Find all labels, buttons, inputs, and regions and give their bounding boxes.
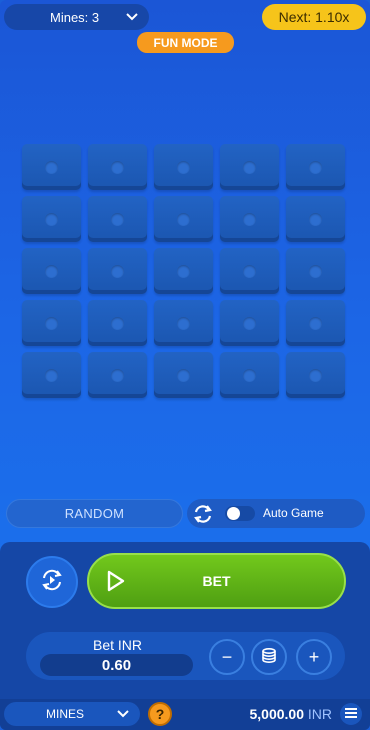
auto-play-button[interactable] — [26, 556, 78, 608]
mine-tile[interactable] — [88, 144, 147, 190]
mine-tile[interactable] — [88, 196, 147, 242]
decrease-bet-button[interactable]: − — [209, 639, 245, 675]
next-multiplier-label: Next: 1.10x — [278, 9, 350, 25]
tile-dot-icon — [177, 160, 190, 174]
tile-dot-icon — [111, 316, 124, 330]
mine-tile[interactable] — [154, 144, 213, 190]
random-button-label: RANDOM — [64, 506, 125, 521]
balance-currency: INR — [307, 706, 332, 722]
next-multiplier-badge: Next: 1.10x — [262, 4, 366, 30]
tile-dot-icon — [309, 212, 322, 226]
mine-tile[interactable] — [286, 300, 345, 346]
mines-count-select[interactable]: Mines: 3 — [4, 4, 149, 30]
minus-icon: − — [221, 646, 233, 667]
mines-grid — [22, 144, 345, 398]
tile-dot-icon — [111, 264, 124, 278]
mine-tile[interactable] — [220, 300, 279, 346]
tile-dot-icon — [45, 316, 58, 330]
mine-tile[interactable] — [22, 352, 81, 398]
mine-tile[interactable] — [220, 248, 279, 294]
tile-dot-icon — [45, 212, 58, 226]
tile-dot-icon — [177, 264, 190, 278]
bet-button[interactable]: BET — [87, 553, 346, 609]
play-icon — [101, 567, 129, 595]
tile-dot-icon — [309, 368, 322, 382]
bet-amount-value: 0.60 — [101, 656, 132, 674]
tile-dot-icon — [177, 316, 190, 330]
auto-game-row: Auto Game — [187, 499, 365, 528]
chevron-down-icon — [125, 8, 139, 29]
tile-dot-icon — [243, 368, 256, 382]
mines-game-app: Mines: 3 Next: 1.10x FUN MODE RANDOM Aut… — [0, 0, 370, 730]
game-select-label: MINES — [46, 707, 85, 721]
top-bar: Mines: 3 Next: 1.10x — [0, 0, 370, 34]
mine-tile[interactable] — [88, 248, 147, 294]
mine-tile[interactable] — [220, 352, 279, 398]
tile-dot-icon — [111, 368, 124, 382]
tile-dot-icon — [243, 212, 256, 226]
bet-currency-label: Bet INR — [93, 637, 143, 653]
balance-display: 5,000.00 INR — [249, 706, 332, 722]
tile-dot-icon — [111, 160, 124, 174]
tile-dot-icon — [45, 264, 58, 278]
tile-dot-icon — [177, 212, 190, 226]
mine-tile[interactable] — [22, 248, 81, 294]
coins-icon — [260, 646, 278, 669]
tile-dot-icon — [309, 160, 322, 174]
mine-tile[interactable] — [286, 144, 345, 190]
bet-presets-button[interactable] — [251, 639, 287, 675]
bet-amount-input[interactable]: 0.60 — [40, 654, 193, 676]
mine-tile[interactable] — [286, 352, 345, 398]
fun-mode-badge: FUN MODE — [137, 32, 234, 53]
mine-tile[interactable] — [154, 196, 213, 242]
plus-icon: + — [308, 646, 320, 667]
mine-tile[interactable] — [286, 248, 345, 294]
tile-dot-icon — [309, 264, 322, 278]
toggle-knob — [227, 507, 240, 520]
tile-dot-icon — [243, 160, 256, 174]
balance-amount: 5,000.00 — [249, 706, 304, 722]
fun-mode-label: FUN MODE — [153, 35, 218, 50]
mine-tile[interactable] — [22, 300, 81, 346]
increase-bet-button[interactable]: + — [296, 639, 332, 675]
tile-dot-icon — [309, 316, 322, 330]
random-button[interactable]: RANDOM — [6, 499, 183, 528]
game-select[interactable]: MINES — [4, 702, 140, 726]
menu-icon — [345, 705, 357, 723]
mine-tile[interactable] — [154, 248, 213, 294]
mine-tile[interactable] — [286, 196, 345, 242]
tile-dot-icon — [111, 212, 124, 226]
mine-tile[interactable] — [88, 300, 147, 346]
mines-count-label: Mines: 3 — [50, 9, 100, 25]
bet-button-label: BET — [202, 573, 231, 589]
help-button[interactable]: ? — [148, 702, 172, 726]
mine-tile[interactable] — [22, 144, 81, 190]
auto-game-toggle[interactable] — [225, 506, 255, 521]
cycle-play-icon — [38, 566, 66, 599]
mine-tile[interactable] — [154, 300, 213, 346]
tile-dot-icon — [177, 368, 190, 382]
tile-dot-icon — [243, 316, 256, 330]
menu-button[interactable] — [340, 703, 362, 725]
refresh-icon[interactable] — [191, 502, 215, 526]
mine-tile[interactable] — [22, 196, 81, 242]
tile-dot-icon — [45, 160, 58, 174]
mine-tile[interactable] — [154, 352, 213, 398]
mine-tile[interactable] — [220, 144, 279, 190]
chevron-down-icon — [116, 705, 130, 726]
question-icon: ? — [155, 706, 165, 722]
tile-dot-icon — [45, 368, 58, 382]
tile-dot-icon — [243, 264, 256, 278]
mine-tile[interactable] — [220, 196, 279, 242]
auto-game-label: Auto Game — [263, 506, 324, 520]
mine-tile[interactable] — [88, 352, 147, 398]
